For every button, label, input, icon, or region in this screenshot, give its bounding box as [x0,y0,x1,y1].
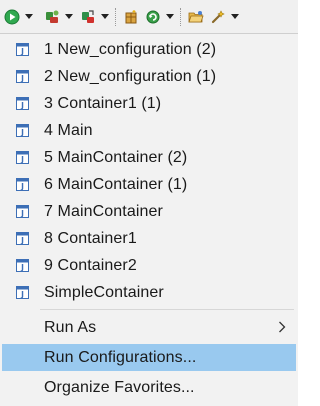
history-item[interactable]: J 1 New_configuration (2) [2,36,296,63]
wand-icon [211,9,225,23]
run-icon [4,9,20,24]
external-tools-dropdown-arrow[interactable] [98,7,112,27]
svg-text:J: J [20,290,24,299]
organize-favorites-item[interactable]: Organize Favorites... [2,374,296,401]
svg-text:J: J [20,263,24,272]
new-package-icon [125,9,137,23]
svg-text:J: J [20,128,24,137]
toolbar [0,0,298,33]
refresh-button[interactable] [143,7,163,27]
history-item[interactable]: J SimpleContainer [2,279,296,306]
history-item-label: 7 MainContainer [44,202,163,220]
run-as-label: Run As [44,318,97,336]
history-item-label: 3 Container1 (1) [44,94,162,112]
java-app-icon: J [16,286,29,299]
wand-button[interactable] [208,7,228,27]
history-item[interactable]: J 6 MainContainer (1) [2,171,296,198]
svg-text:J: J [20,209,24,218]
history-item-label: 6 MainContainer (1) [44,175,188,193]
history-item[interactable]: J 8 Container1 [2,225,296,252]
organize-favorites-label: Organize Favorites... [44,378,195,396]
new-package-button[interactable] [121,7,141,27]
java-app-icon: J [16,43,29,56]
java-app-icon: J [16,97,29,110]
chevron-right-icon [279,321,286,333]
java-app-icon: J [16,70,29,83]
external-tools-button[interactable] [78,7,98,27]
history-item[interactable]: J 5 MainContainer (2) [2,144,296,171]
history-item[interactable]: J 4 Main [2,117,296,144]
run-button[interactable] [2,7,22,27]
menu-separator [40,309,294,310]
history-item-label: 1 New_configuration (2) [44,40,217,58]
history-item-label: 8 Container1 [44,229,137,247]
history-item-label: 4 Main [44,121,93,139]
history-item-label: 2 New_configuration (1) [44,67,217,85]
svg-text:J: J [20,101,24,110]
external-tools-icon [82,9,94,23]
history-item[interactable]: J 3 Container1 (1) [2,90,296,117]
run-configurations-label: Run Configurations... [44,348,197,366]
history-item-label: SimpleContainer [44,283,164,301]
java-app-icon: J [16,178,29,191]
wand-dropdown-arrow[interactable] [228,7,242,27]
svg-text:J: J [20,155,24,164]
java-app-icon: J [16,205,29,218]
run-history-menu: J 1 New_configuration (2) J 2 New_config… [0,33,298,406]
open-folder-icon [188,10,204,22]
svg-text:J: J [20,236,24,245]
java-app-icon: J [16,124,29,137]
refresh-dropdown-arrow[interactable] [163,7,177,27]
toolbar-separator [115,7,117,26]
history-item[interactable]: J 2 New_configuration (1) [2,63,296,90]
history-item[interactable]: J 7 MainContainer [2,198,296,225]
java-app-icon: J [16,151,29,164]
toolbar-separator [180,7,182,26]
coverage-icon [46,10,59,23]
run-configurations-item[interactable]: Run Configurations... [2,344,296,371]
history-item[interactable]: J 9 Container2 [2,252,296,279]
history-item-label: 5 MainContainer (2) [44,148,188,166]
java-app-icon: J [16,232,29,245]
svg-text:J: J [20,47,24,56]
run-as-item[interactable]: Run As [2,314,296,341]
run-dropdown-arrow[interactable] [22,7,36,27]
svg-text:J: J [20,74,24,83]
coverage-button[interactable] [42,7,62,27]
coverage-dropdown-arrow[interactable] [62,7,76,27]
eclipse-window: J 1 New_configuration (2) J 2 New_config… [0,0,298,406]
svg-text:J: J [20,182,24,191]
refresh-icon [146,10,160,23]
java-app-icon: J [16,259,29,272]
history-item-label: 9 Container2 [44,256,137,274]
open-folder-button[interactable] [186,7,206,27]
